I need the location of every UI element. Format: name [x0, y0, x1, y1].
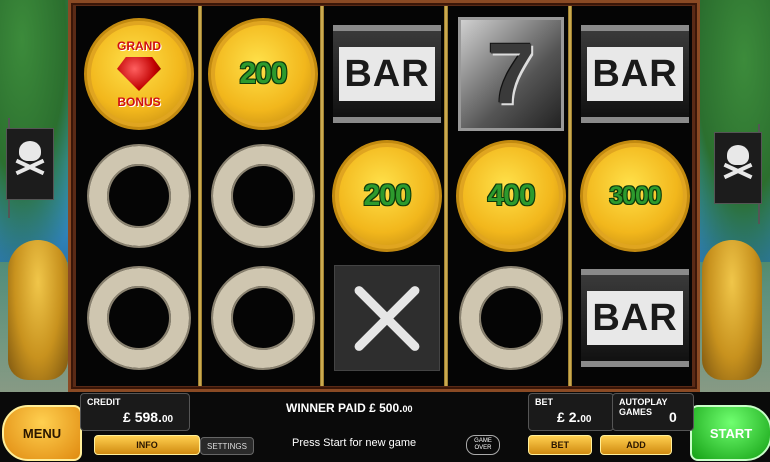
coin-symbol: 3000	[580, 140, 690, 252]
grand-bonus-symbol: GRAND BONUS	[84, 18, 194, 130]
ring-symbol	[208, 140, 318, 252]
grand-label: GRAND	[117, 39, 161, 53]
gold-coin-icon: 3000	[580, 140, 690, 252]
ring-icon	[89, 268, 189, 368]
gold-coin-icon: 200	[208, 18, 318, 130]
game-over-indicator: GAME OVER	[466, 435, 500, 455]
skull-icon	[727, 145, 749, 165]
skull-icon	[19, 141, 41, 161]
credit-display: CREDIT £ 598.00	[80, 393, 190, 431]
ring-icon	[461, 268, 561, 368]
seven-label: 7	[487, 26, 535, 122]
menu-button[interactable]: MENU	[2, 405, 82, 461]
autoplay-label: AUTOPLAY GAMES	[619, 397, 668, 417]
autoplay-display: AUTOPLAY GAMES 0	[612, 393, 694, 431]
reel-divider	[320, 6, 324, 386]
winner-message: WINNER PAID £ 500.00	[286, 401, 413, 415]
seven-symbol: 7	[456, 17, 566, 131]
mermaid-statue-left	[8, 240, 68, 380]
bar-symbol: BAR	[580, 262, 690, 374]
ruby-icon	[117, 57, 161, 91]
coin-value: 200	[363, 179, 411, 212]
coin-value: 3000	[609, 181, 662, 210]
bar-label: BAR	[344, 52, 430, 95]
credit-amount: £ 598.00	[123, 409, 174, 425]
coin-symbol: 200	[208, 18, 318, 130]
bar-label: BAR	[592, 296, 678, 339]
bet-button[interactable]: BET	[528, 435, 592, 455]
ring-symbol	[456, 262, 566, 374]
mermaid-statue-right	[702, 240, 762, 380]
settings-button[interactable]: SETTINGS	[200, 437, 254, 455]
bar-label: BAR	[592, 52, 678, 95]
bonus-label: BONUS	[117, 95, 161, 109]
coin-value: 400	[487, 179, 535, 212]
coin-symbol: 400	[456, 140, 566, 252]
info-button[interactable]: INFO	[94, 435, 200, 455]
ring-symbol	[84, 140, 194, 252]
autoplay-count: 0	[669, 409, 677, 425]
coin-value: 200	[239, 57, 287, 90]
ring-symbol	[84, 262, 194, 374]
ring-symbol	[208, 262, 318, 374]
crossed-bones-icon	[334, 265, 440, 371]
ring-icon	[89, 146, 189, 246]
gold-coin-icon: 400	[456, 140, 566, 252]
pirate-flag-right	[714, 132, 762, 204]
bet-display: BET £ 2.00	[528, 393, 614, 431]
reel-divider	[198, 6, 202, 386]
add-button[interactable]: ADD	[600, 435, 672, 455]
gold-coin-icon: GRAND BONUS	[84, 18, 194, 130]
start-button[interactable]: START	[690, 405, 770, 461]
status-message: Press Start for new game	[292, 437, 417, 449]
pirate-flag-left	[6, 128, 54, 200]
reel-divider	[568, 6, 572, 386]
ring-icon	[213, 146, 313, 246]
bet-amount: £ 2.00	[557, 409, 592, 425]
coin-symbol: 200	[332, 140, 442, 252]
bar-symbol: BAR	[332, 18, 442, 130]
bet-label: BET	[535, 397, 553, 407]
ring-icon	[213, 268, 313, 368]
credit-label: CREDIT	[87, 397, 121, 407]
gold-coin-icon: 200	[332, 140, 442, 252]
crossed-bones-symbol	[332, 262, 442, 374]
reel-divider	[444, 6, 448, 386]
bar-symbol: BAR	[580, 18, 690, 130]
